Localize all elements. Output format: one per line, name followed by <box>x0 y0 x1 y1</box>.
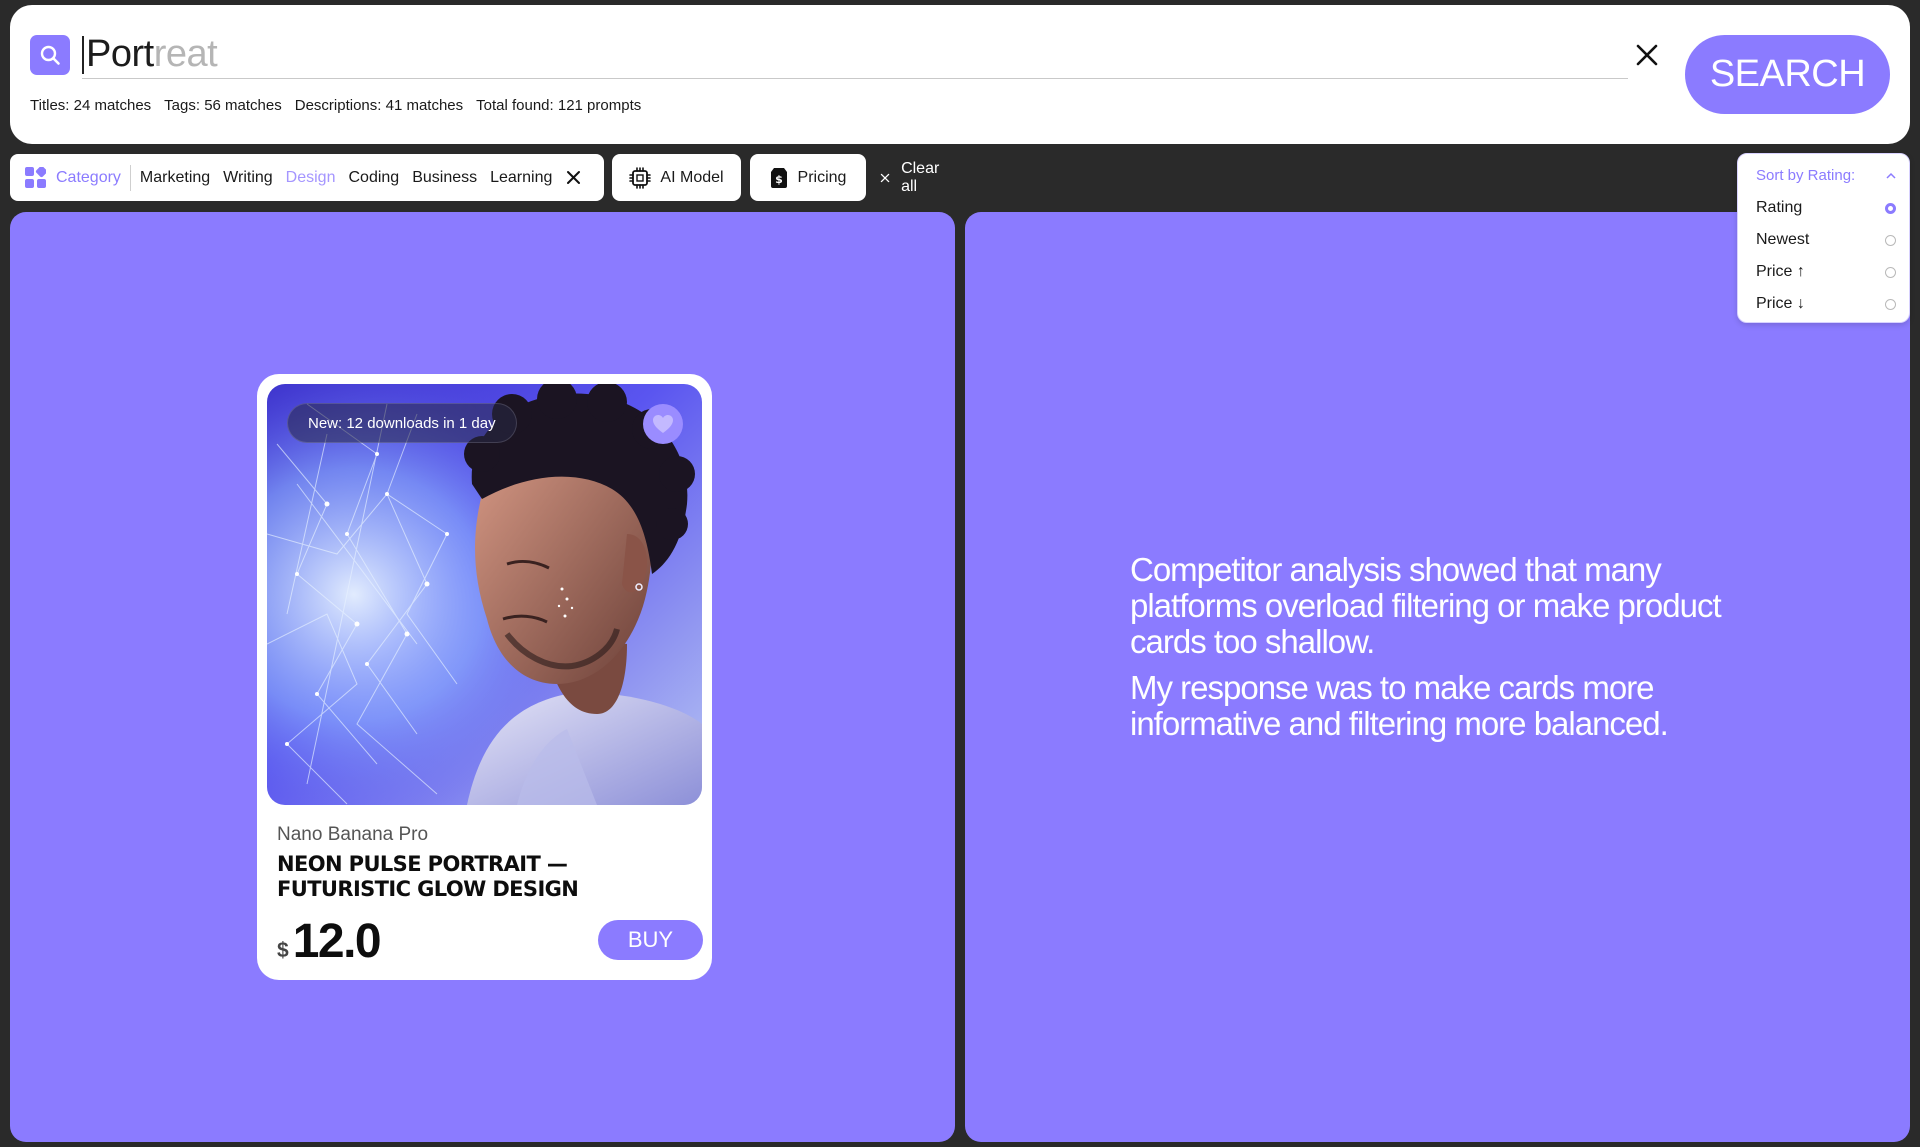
chevron-up-icon <box>1886 172 1896 179</box>
description-matches: Descriptions: 41 matches <box>294 97 464 114</box>
title-matches: Titles: 24 matches <box>30 97 152 114</box>
search-button[interactable]: SEARCH <box>1685 35 1890 114</box>
sort-option-label: Rating <box>1756 199 1803 216</box>
sort-option-rating[interactable]: Rating <box>1756 197 1896 219</box>
chip-icon <box>629 166 652 189</box>
sort-option-price-asc[interactable]: Price ↑ <box>1756 261 1896 283</box>
insight-paragraph-1: Competitor analysis showed that many pla… <box>1130 551 1722 660</box>
clear-all-label: Clear all <box>901 159 940 195</box>
insight-panel: Competitor analysis showed that many pla… <box>965 212 1910 1142</box>
grid-icon <box>25 167 46 188</box>
clear-category-button[interactable] <box>566 170 581 185</box>
category-marketing[interactable]: Marketing <box>140 169 210 187</box>
category-filter: Category Marketing Writing Design Coding… <box>10 154 604 201</box>
text-caret <box>82 35 84 74</box>
sort-dropdown: Sort by Rating: Rating Newest Price ↑ Pr… <box>1737 153 1910 323</box>
heart-icon <box>653 415 673 433</box>
svg-text:$: $ <box>775 173 783 186</box>
search-icon[interactable] <box>30 35 70 75</box>
search-typed-text: Port <box>86 33 154 75</box>
category-learning[interactable]: Learning <box>490 169 552 187</box>
sort-label: Sort by Rating: <box>1756 167 1856 184</box>
product-model: Nano Banana Pro <box>277 824 429 845</box>
sort-option-price-desc[interactable]: Price ↓ <box>1756 293 1896 315</box>
radio-unselected[interactable] <box>1885 266 1896 278</box>
sort-option-newest[interactable]: Newest <box>1756 229 1896 251</box>
currency-symbol: $ <box>277 939 289 962</box>
close-icon <box>1636 44 1658 66</box>
search-panel: Port reat SEARCH Titles: 24 matches Tags:… <box>10 5 1910 144</box>
category-coding[interactable]: Coding <box>348 169 399 187</box>
category-business[interactable]: Business <box>412 169 477 187</box>
match-stats: Titles: 24 matches Tags: 56 matches Desc… <box>30 97 641 114</box>
sort-option-label: Price ↓ <box>1756 295 1805 312</box>
ai-model-filter[interactable]: AI Model <box>612 154 741 201</box>
insight-paragraph-2: My response was to make cards more infor… <box>1130 669 1669 742</box>
product-card[interactable]: New: 12 downloads in 1 day Nano Banana P… <box>257 374 712 980</box>
radio-unselected[interactable] <box>1885 234 1896 246</box>
product-price: $ 12.0 <box>277 914 382 969</box>
clear-all-button[interactable]: Clear all <box>880 154 943 201</box>
category-writing[interactable]: Writing <box>223 169 273 187</box>
promo-badge: New: 12 downloads in 1 day <box>287 403 517 443</box>
pricing-filter[interactable]: $ Pricing <box>750 154 866 201</box>
ai-model-label: AI Model <box>660 168 724 186</box>
product-title[interactable]: Neon Pulse Portrait — Futuristic Glow De… <box>277 852 697 902</box>
total-found: Total found: 121 prompts <box>476 97 642 114</box>
category-label[interactable]: Category <box>56 169 121 187</box>
tag-matches: Tags: 56 matches <box>164 97 282 114</box>
favorite-button[interactable] <box>643 404 683 444</box>
category-design[interactable]: Design <box>286 169 336 187</box>
product-showcase-panel: New: 12 downloads in 1 day Nano Banana P… <box>10 212 955 1142</box>
search-input[interactable]: Port reat <box>82 31 1628 79</box>
sort-option-label: Price ↑ <box>1756 263 1805 280</box>
sort-toggle[interactable]: Sort by Rating: <box>1756 167 1896 184</box>
close-icon <box>567 171 581 184</box>
insight-text: Competitor analysis showed that many pla… <box>1130 552 1780 742</box>
product-image: New: 12 downloads in 1 day <box>267 384 702 805</box>
clear-search-button[interactable] <box>1630 38 1664 72</box>
sort-option-label: Newest <box>1756 231 1810 248</box>
search-autocomplete-suggestion: reat <box>153 33 218 75</box>
price-value: 12.0 <box>292 915 382 968</box>
radio-unselected[interactable] <box>1885 298 1896 310</box>
pricing-label: Pricing <box>797 168 847 186</box>
buy-button[interactable]: BUY <box>598 920 703 960</box>
price-tag-icon: $ <box>770 167 787 188</box>
close-icon <box>880 173 890 182</box>
radio-selected[interactable] <box>1885 202 1896 214</box>
divider <box>129 164 131 191</box>
